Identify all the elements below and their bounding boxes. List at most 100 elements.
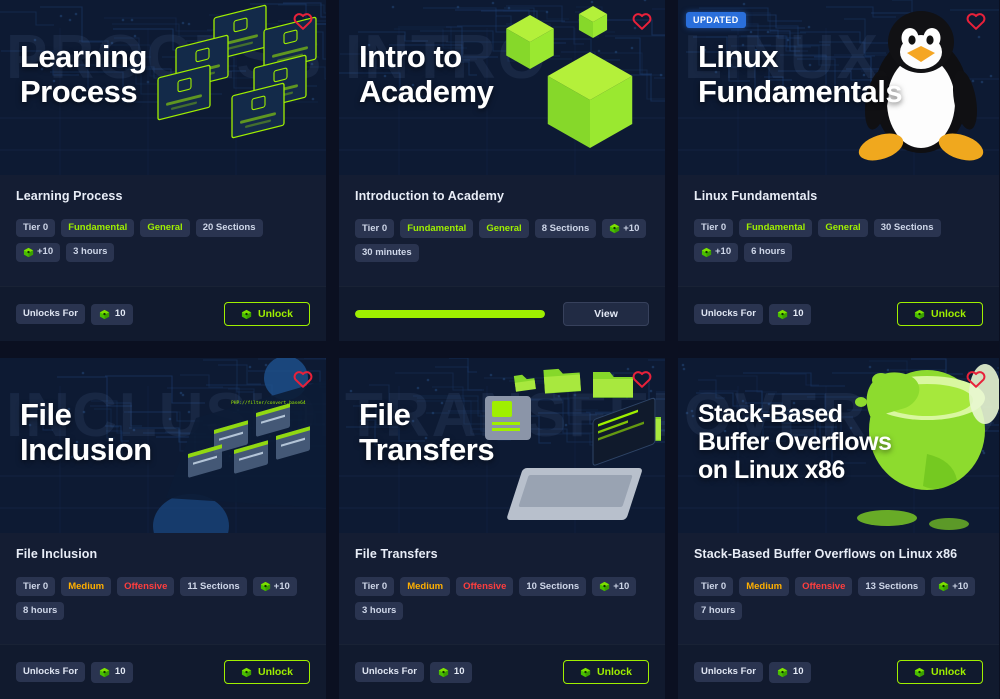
module-title: File Transfers <box>355 547 438 561</box>
unlocks-for-label: Unlocks For <box>694 662 763 682</box>
module-tag: Tier 0 <box>694 577 734 596</box>
module-tag: Fundamental <box>61 219 135 237</box>
unlock-cost-value: 10 <box>792 308 804 320</box>
module-tag-list: Tier 0 Fundamental General 8 Sections +10 30 … <box>355 219 649 262</box>
module-title: File Inclusion <box>16 547 98 561</box>
unlock-button[interactable]: Unlock <box>897 302 983 326</box>
unlocks-for-label: Unlocks For <box>694 304 763 324</box>
unlock-cost: 10 <box>768 661 812 683</box>
card-footer: View <box>339 286 665 341</box>
module-tag: +10 <box>602 219 647 238</box>
module-tag-label: Medium <box>407 580 444 592</box>
module-tag-label: Fundamental <box>68 222 128 233</box>
view-button-label: View <box>594 308 618 320</box>
unlock-button[interactable]: Unlock <box>224 302 310 326</box>
module-card[interactable]: INTROIntro to AcademyIntroduction to Aca… <box>339 0 665 341</box>
unlock-button-label: Unlock <box>257 308 293 320</box>
module-tag: Tier 0 <box>355 219 395 238</box>
module-tag: Tier 0 <box>694 219 734 237</box>
hero-title: File Transfers <box>359 397 495 467</box>
module-tag: Offensive <box>117 577 175 596</box>
module-tag-label: +10 <box>715 246 732 258</box>
module-card[interactable]: PROCESSLearning ProcessLearning ProcessT… <box>0 0 326 341</box>
module-tag: 30 Sections <box>873 219 941 237</box>
module-tag-label: 30 minutes <box>362 247 412 258</box>
card-footer: Unlocks For 10 Unlock <box>339 644 665 699</box>
card-body: Learning Process Tier 0 Fundamental General… <box>0 175 326 286</box>
view-button[interactable]: View <box>563 302 649 326</box>
module-tag-label: 8 Sections <box>541 222 590 234</box>
module-tag: 30 minutes <box>355 244 419 262</box>
module-card[interactable]: OVERFLOWStack-Based Buffer Overflows on … <box>678 358 999 699</box>
module-tag-label: +10 <box>273 580 290 592</box>
unlock-button[interactable]: Unlock <box>563 660 649 684</box>
module-tag-label: General <box>825 222 861 233</box>
card-hero: INTROIntro to Academy <box>339 0 665 175</box>
module-tag: 7 hours <box>694 602 743 620</box>
unlocks-for-group: Unlocks For 10 <box>16 661 134 683</box>
heart-icon[interactable] <box>965 368 987 390</box>
module-tag: 6 hours <box>744 242 793 262</box>
card-body: File Transfers Tier 0 Medium Offensive 10 Se… <box>339 533 665 644</box>
module-tag: General <box>818 219 868 237</box>
module-tag: Offensive <box>456 577 514 596</box>
module-tag: Tier 0 <box>16 577 56 596</box>
unlock-cost-value: 10 <box>453 666 465 678</box>
hero-title: File Inclusion <box>20 397 152 467</box>
heart-icon[interactable] <box>292 10 314 32</box>
module-tag: +10 <box>592 577 637 596</box>
module-tag-list: Tier 0 Medium Offensive 10 Sections +10 3 hou… <box>355 577 649 620</box>
module-tag-label: 13 Sections <box>865 580 919 592</box>
module-tag: General <box>479 219 529 238</box>
module-tag-label: 10 Sections <box>526 580 580 592</box>
module-card[interactable]: TRANSFERFile TransfersFile TransfersTier… <box>339 358 665 699</box>
module-tag: 8 hours <box>16 602 65 620</box>
module-tag-list: Tier 0 Medium Offensive 13 Sections +10 7 hou… <box>694 577 983 620</box>
status-badge-updated: UPDATED <box>686 12 746 28</box>
heart-icon[interactable] <box>631 10 653 32</box>
unlock-cost-value: 10 <box>792 666 804 678</box>
module-tag: 20 Sections <box>195 219 263 237</box>
module-tag: Fundamental <box>739 219 813 237</box>
unlock-button-label: Unlock <box>930 666 966 678</box>
module-tag-label: +10 <box>613 580 630 592</box>
module-tag-list: Tier 0 Fundamental General 30 Sections +10 6 … <box>694 219 983 262</box>
module-tag: Medium <box>400 577 451 596</box>
module-tag-list: Tier 0 Fundamental General 20 Sections +10 3 … <box>16 219 310 262</box>
module-tag-label: 30 Sections <box>880 222 934 233</box>
module-tag-label: Medium <box>746 580 783 592</box>
module-tag: Medium <box>61 577 112 596</box>
progress-bar <box>355 310 545 318</box>
progress-bar-fill <box>355 310 545 318</box>
module-card[interactable]: LINUXLinux FundamentalsUPDATEDLinux Fund… <box>678 0 999 341</box>
module-title: Stack-Based Buffer Overflows on Linux x8… <box>694 547 958 561</box>
heart-icon[interactable] <box>631 368 653 390</box>
module-tag-label: Fundamental <box>407 222 467 234</box>
hero-title: Intro to Academy <box>359 39 494 109</box>
module-tag: Tier 0 <box>16 219 56 237</box>
cube-icon <box>701 247 712 258</box>
heart-icon[interactable] <box>292 368 314 390</box>
unlock-button-label: Unlock <box>257 666 293 678</box>
card-body: Introduction to Academy Tier 0 Fundamental… <box>339 175 665 286</box>
module-tag-label: +10 <box>37 246 54 258</box>
cube-icon <box>609 223 620 234</box>
module-tag: Medium <box>739 577 790 596</box>
unlock-button[interactable]: Unlock <box>224 660 310 684</box>
module-tag-label: General <box>486 222 522 234</box>
unlocks-for-group: Unlocks For 10 <box>694 303 812 325</box>
module-card[interactable]: INCLUSIONPHP://filter/convert.base64File… <box>0 358 326 699</box>
unlock-cost: 10 <box>90 661 134 683</box>
module-tag-label: +10 <box>623 222 640 234</box>
module-tag-label: Fundamental <box>746 222 806 233</box>
module-tag: 3 hours <box>355 602 404 620</box>
hero-title: Linux Fundamentals <box>698 39 903 109</box>
unlock-button[interactable]: Unlock <box>897 660 983 684</box>
unlocks-for-group: Unlocks For 10 <box>694 661 812 683</box>
unlock-cost: 10 <box>90 303 134 325</box>
card-hero: OVERFLOWStack-Based Buffer Overflows on … <box>678 358 999 533</box>
unlocks-for-group: Unlocks For 10 <box>355 661 473 683</box>
heart-icon[interactable] <box>965 10 987 32</box>
unlock-button-label: Unlock <box>930 308 966 320</box>
hero-title: Stack-Based Buffer Overflows on Linux x8… <box>698 400 892 484</box>
